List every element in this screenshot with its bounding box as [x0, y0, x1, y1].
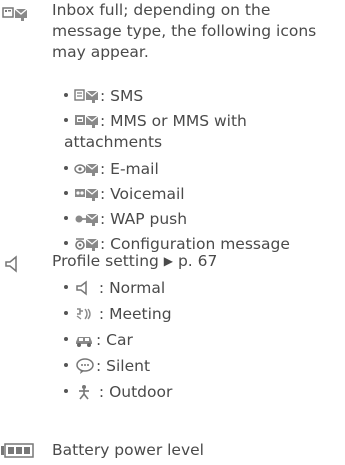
normal-icon — [74, 279, 94, 296]
item-label: : Silent — [96, 357, 151, 375]
item-label: : SMS — [100, 87, 144, 105]
configuration-icon — [74, 236, 100, 252]
bullet — [64, 92, 68, 97]
bullet — [64, 310, 68, 315]
silent-icon — [74, 357, 96, 374]
list-item: : Silent — [64, 353, 341, 379]
list-item: : SMS — [64, 84, 341, 109]
list-item: : MMS or MMS with attachments — [64, 109, 341, 157]
list-item: : WAP push — [64, 207, 341, 232]
battery-icon — [0, 443, 34, 461]
battery-description: Battery power level — [52, 441, 204, 459]
bullet — [64, 215, 68, 220]
outdoor-icon — [74, 384, 94, 400]
profile-description: Profile setting ▶ p. 67 — [52, 251, 341, 273]
profile-icon-list: : Normal : Meeting : Car: Silent: Outd… — [64, 275, 341, 405]
sms-icon — [74, 88, 100, 104]
list-item: : Voicemail — [64, 182, 341, 207]
list-item: : Car — [64, 327, 341, 353]
item-label: : WAP push — [100, 210, 188, 228]
item-label: : Outdoor — [94, 383, 173, 401]
bullet — [64, 362, 68, 367]
bullet — [64, 284, 68, 289]
bullet — [64, 165, 68, 170]
page-reference: p. 67 — [173, 252, 218, 270]
email-icon — [74, 161, 100, 177]
list-item: : Normal — [64, 275, 341, 301]
bullet — [64, 117, 68, 122]
list-item: : Outdoor — [64, 379, 341, 405]
voicemail-icon — [74, 186, 100, 202]
car-icon — [74, 332, 96, 348]
bullet — [64, 190, 68, 195]
bullet — [64, 388, 68, 393]
item-label: : E-mail — [100, 160, 159, 178]
item-label: : Car — [96, 331, 133, 349]
item-label: : Normal — [94, 279, 166, 297]
mms-icon — [74, 113, 100, 129]
item-label: : Meeting — [94, 305, 172, 323]
inbox-full-icon — [2, 4, 28, 22]
arrow-icon: ▶ — [163, 254, 174, 268]
inbox-icon-list: : SMS : MMS or MMS with attachments : E-… — [64, 84, 341, 257]
profile-label: Profile setting — [52, 252, 164, 270]
inbox-description: Inbox full; depending on the message typ… — [52, 1, 317, 61]
bullet — [64, 240, 68, 245]
list-item: : E-mail — [64, 157, 341, 182]
list-item: : Meeting — [64, 301, 341, 327]
meeting-icon — [74, 306, 94, 322]
item-label: : Voicemail — [100, 185, 185, 203]
wap-push-icon — [74, 211, 100, 227]
bullet — [64, 336, 68, 341]
speaker-icon — [2, 255, 28, 273]
